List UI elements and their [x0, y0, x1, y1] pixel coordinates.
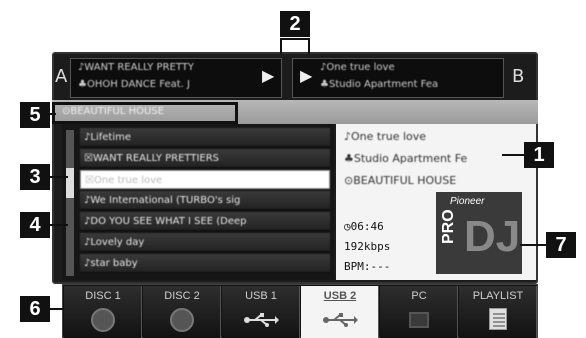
callout-3: 3 — [20, 164, 50, 190]
deck-a-letter: A — [55, 66, 68, 87]
track-row[interactable]: ♪star baby — [80, 254, 330, 273]
track-row[interactable]: ♪Lifetime — [80, 128, 330, 147]
tab-label: DISC 1 — [85, 290, 121, 302]
leader-2 — [280, 38, 310, 54]
usb-icon — [243, 312, 279, 327]
deck-a-artist: ♣OHOH DANCE Feat. J — [78, 79, 190, 90]
leader-1 — [502, 154, 526, 156]
deck-a-play-icon: ▶ — [262, 66, 275, 85]
deck-b-letter: B — [512, 66, 525, 87]
leader-6 — [50, 308, 64, 310]
track-row[interactable]: ♪We International (TURBO's sig — [80, 191, 330, 210]
tab-label: DISC 2 — [164, 290, 200, 302]
disc-icon — [91, 308, 115, 332]
deck-a-track: ♪WANT REALLY PRETTY — [78, 62, 194, 73]
info-title: ♪One true love — [344, 130, 427, 143]
logo-dj: DJ — [464, 212, 521, 261]
tab-label: PLAYLIST — [472, 290, 524, 302]
disc-icon — [170, 308, 194, 332]
callout-5: 5 — [20, 102, 50, 128]
path-highlight-box — [52, 102, 238, 124]
info-bpm: BPM:--- — [344, 260, 391, 273]
callout-7: 7 — [546, 232, 576, 258]
track-row[interactable]: ♪DO YOU SEE WHAT I SEE (Deep — [80, 212, 330, 231]
logo-brand: Pioneer — [450, 196, 485, 207]
callout-6: 6 — [20, 296, 50, 322]
scrollbar-track[interactable] — [66, 130, 74, 276]
deck-b-play-icon: ▶ — [300, 66, 313, 85]
leader-4 — [50, 224, 68, 226]
info-album: ⊙BEAUTIFUL HOUSE — [344, 174, 457, 187]
track-row[interactable]: ♪Lovely day — [80, 233, 330, 252]
playlist-icon — [489, 308, 507, 330]
info-bitrate: 192kbps — [344, 240, 391, 253]
scrollbar-thumb[interactable] — [66, 168, 74, 198]
callout-2: 2 — [280, 11, 310, 37]
tab-label: USB 1 — [245, 290, 277, 302]
leader-5 — [50, 113, 56, 115]
leader-7 — [520, 244, 548, 246]
info-time: ◷06:46 — [344, 220, 384, 233]
deck-b-artist: ♣Studio Apartment Fea — [320, 79, 439, 90]
info-artist: ♣Studio Apartment Fe — [344, 152, 468, 165]
logo-pro: PRO — [440, 209, 457, 244]
leader-3 — [50, 176, 68, 178]
usb-icon — [322, 312, 358, 327]
tab-label: USB 2 — [323, 290, 357, 302]
deck-b-track: ♪One true love — [320, 62, 395, 73]
callout-4: 4 — [20, 212, 50, 238]
track-row[interactable]: ☒WANT REALLY PRETTIERS — [80, 149, 330, 168]
tab-label: PC — [411, 290, 427, 302]
callout-1: 1 — [524, 142, 554, 168]
computer-icon — [409, 312, 429, 328]
track-row[interactable]: ☒One true love — [80, 170, 330, 189]
